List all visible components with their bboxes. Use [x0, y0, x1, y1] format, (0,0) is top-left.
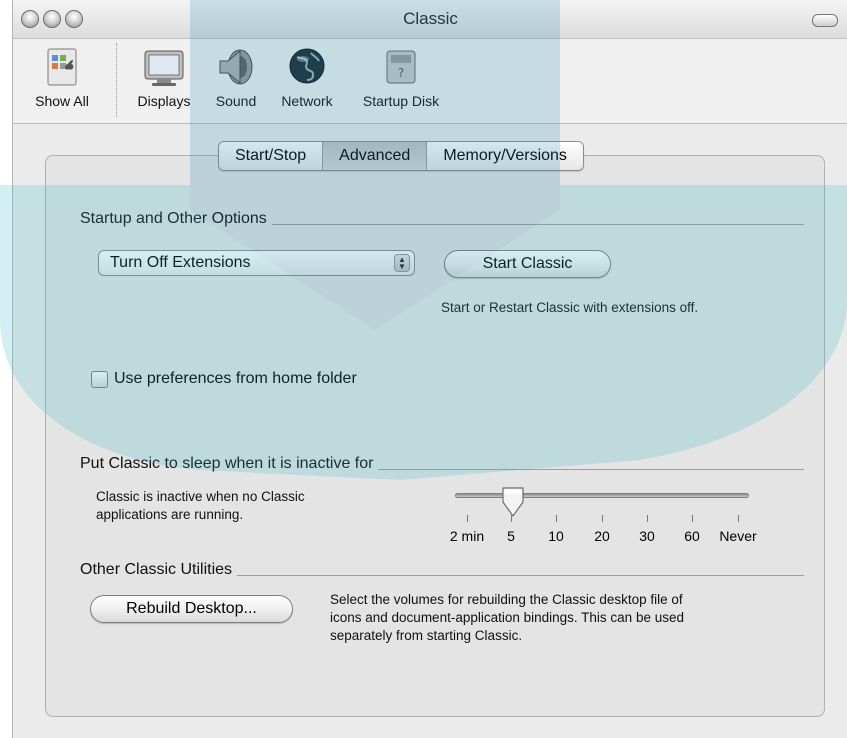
slider-tick [647, 515, 648, 522]
popup-arrows-icon: ▲ ▼ [394, 254, 410, 272]
slider-tick [467, 515, 468, 522]
title-bar[interactable]: Classic [13, 0, 847, 39]
utilities-heading-text: Other Classic Utilities [80, 561, 233, 578]
tab-advanced[interactable]: Advanced [323, 142, 428, 170]
toolbar-label-network: Network [281, 93, 333, 109]
sleep-heading-text: Put Classic to sleep when it is inactive… [80, 455, 374, 472]
network-globe-icon [289, 48, 325, 84]
preferences-window: Classic Show All Displays Sound Network … [12, 0, 847, 738]
slider-label-2-min: 2 min [449, 528, 485, 544]
start-classic-button[interactable]: Start Classic [444, 250, 611, 278]
sleep-slider-thumb[interactable] [501, 486, 525, 520]
startup-options-popup[interactable]: Turn Off Extensions ▲ ▼ [98, 250, 415, 276]
toolbar-separator [116, 43, 117, 117]
slider-label-60: 60 [684, 528, 700, 544]
sleep-description: Classic is inactive when no Classic appl… [96, 488, 305, 524]
rebuild-description: Select the volumes for rebuilding the Cl… [330, 591, 684, 645]
sleep-heading: Put Classic to sleep when it is inactive… [80, 455, 804, 473]
slider-tick [556, 515, 557, 522]
toolbar-label-displays: Displays [137, 93, 191, 109]
toolbar-sound[interactable]: Sound [209, 45, 263, 109]
section-divider [271, 223, 804, 225]
show-all-icon [47, 48, 77, 86]
startup-options-heading-text: Startup and Other Options [80, 210, 267, 227]
tab-start-stop[interactable]: Start/Stop [219, 142, 324, 170]
toolbar-show-all[interactable]: Show All [19, 45, 105, 109]
sleep-slider-track[interactable] [455, 493, 749, 498]
sleep-description-line2: applications are running. [96, 507, 244, 522]
toolbar-network[interactable]: Network [271, 45, 343, 109]
start-classic-description: Start or Restart Classic with extensions… [441, 300, 699, 315]
toolbar: Show All Displays Sound Network ? Startu… [13, 39, 847, 124]
rebuild-description-line3: separately from starting Classic. [330, 628, 523, 643]
slider-label-never: Never [719, 528, 757, 544]
slider-tick [602, 515, 603, 522]
sound-icon [219, 49, 253, 85]
tab-bar: Start/Stop Advanced Memory/Versions [218, 141, 584, 171]
slider-label-20: 20 [594, 528, 610, 544]
slider-label-30: 30 [639, 528, 655, 544]
slider-label-10: 10 [548, 528, 564, 544]
rebuild-desktop-button[interactable]: Rebuild Desktop... [90, 595, 293, 623]
toolbar-label-startup-disk: Startup Disk [362, 93, 440, 109]
utilities-heading: Other Classic Utilities [80, 561, 804, 579]
use-preferences-label[interactable]: Use preferences from home folder [114, 370, 357, 388]
toolbar-displays[interactable]: Displays [129, 45, 199, 109]
section-divider [378, 468, 804, 470]
section-divider [237, 574, 804, 576]
slider-label-5: 5 [507, 528, 515, 544]
slider-tick [511, 515, 512, 522]
toolbar-label-sound: Sound [215, 93, 257, 109]
use-preferences-checkbox[interactable] [91, 370, 108, 388]
slider-tick [738, 515, 739, 522]
sleep-description-line1: Classic is inactive when no Classic [96, 489, 305, 504]
slider-tick [692, 515, 693, 522]
window-title: Classic [403, 9, 458, 28]
toolbar-label-show-all: Show All [35, 93, 89, 109]
rebuild-description-line1: Select the volumes for rebuilding the Cl… [330, 592, 683, 607]
tab-memory-versions[interactable]: Memory/Versions [427, 142, 583, 170]
displays-icon [144, 50, 184, 86]
svg-text:?: ? [398, 66, 404, 80]
use-preferences-row[interactable]: Use preferences from home folder [91, 370, 357, 388]
rebuild-description-line2: icons and document-application bindings.… [330, 610, 684, 625]
toolbar-toggle-button[interactable] [812, 14, 838, 27]
startup-options-popup-value: Turn Off Extensions [110, 254, 251, 271]
startup-disk-icon: ? [386, 50, 416, 84]
toolbar-startup-disk[interactable]: ? Startup Disk [351, 45, 451, 109]
startup-options-heading: Startup and Other Options [80, 210, 804, 228]
